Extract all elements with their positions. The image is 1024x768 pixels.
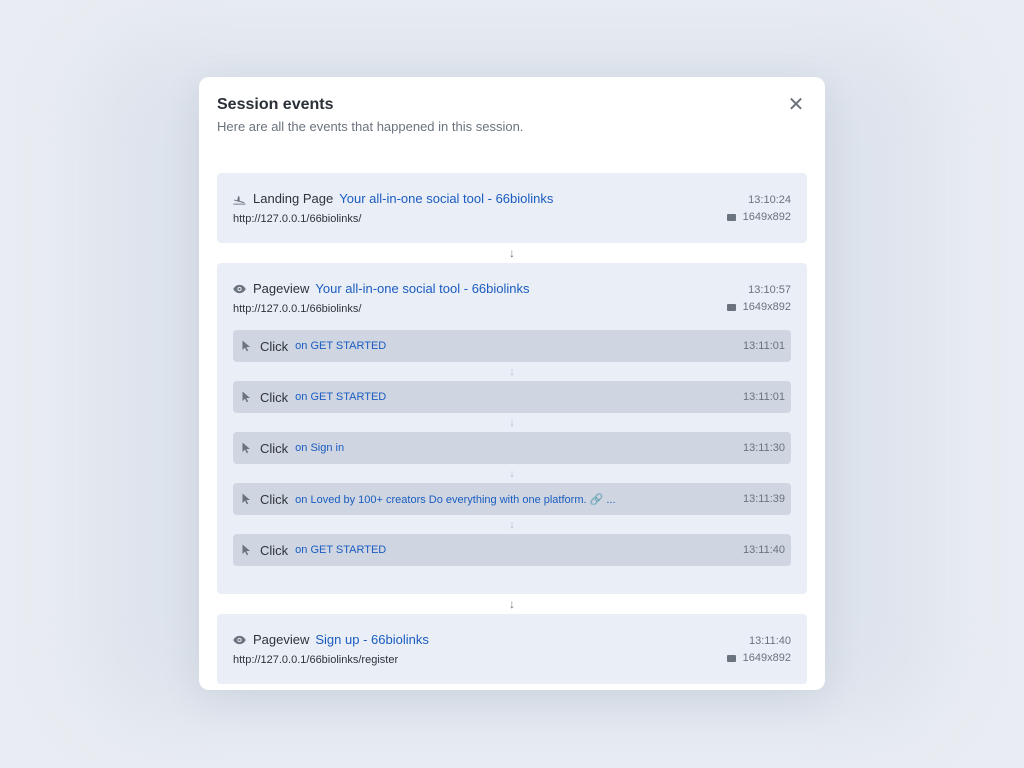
click-time: 13:11:39 (742, 493, 785, 505)
click-event[interactable]: Click on GET STARTED 13:11:40 (233, 534, 791, 566)
click-label: Click (260, 389, 289, 405)
click-label: Click (260, 440, 289, 456)
cursor-icon (242, 493, 251, 505)
event-connector-arrow: ↓ (509, 597, 515, 611)
event-pageview: Pageview Sign up - 66biolinks http://127… (217, 614, 807, 684)
click-target: on GET STARTED (295, 391, 387, 403)
eye-icon (233, 634, 246, 647)
event-time: 13:10:24 (748, 194, 791, 206)
event-meta: 13:10:57 1649x892 (726, 283, 791, 314)
click-time: 13:11:40 (742, 544, 785, 556)
monitor-icon (726, 654, 736, 662)
cursor-icon (242, 340, 251, 352)
event-page-title-link[interactable]: Your all-in-one social tool - 66biolinks (315, 281, 529, 297)
click-connector-arrow: ↓ (509, 416, 515, 429)
event-page-title-link[interactable]: Sign up - 66biolinks (315, 632, 428, 648)
cursor-icon (242, 544, 251, 556)
event-url: http://127.0.0.1/66biolinks/register (233, 654, 399, 666)
click-connector-arrow: ↓ (509, 518, 515, 531)
close-icon: ✕ (787, 94, 805, 116)
click-target: on Sign in (295, 442, 345, 454)
click-connector-arrow: ↓ (509, 365, 515, 378)
click-time: 13:11:01 (742, 391, 785, 403)
monitor-icon (726, 213, 736, 221)
click-target: on GET STARTED (295, 544, 387, 556)
cursor-icon (242, 442, 251, 454)
event-type: Pageview (253, 632, 310, 647)
event-pageview: Pageview Your all-in-one social tool - 6… (217, 263, 807, 594)
event-meta: 13:10:24 1649x892 (726, 193, 791, 224)
event-time: 13:11:40 (748, 635, 791, 647)
click-event[interactable]: Click on Sign in 13:11:30 (233, 432, 791, 464)
click-target: on Loved by 100+ creators Do everything … (295, 493, 616, 506)
click-time: 13:11:30 (742, 442, 785, 454)
modal-title: Session events (217, 96, 334, 113)
event-connector-arrow: ↓ (509, 246, 515, 260)
event-type: Landing Page (253, 191, 334, 206)
click-events-list: Click on GET STARTED 13:11:01 ↓ Click on… (217, 316, 807, 594)
event-resolution: 1649x892 (742, 211, 791, 223)
event-page-title-link[interactable]: Your all-in-one social tool - 66biolinks (339, 191, 553, 207)
click-event[interactable]: Click on Loved by 100+ creators Do every… (233, 483, 791, 515)
click-event[interactable]: Click on GET STARTED 13:11:01 (233, 381, 791, 413)
monitor-icon (726, 303, 736, 311)
cursor-icon (242, 391, 251, 403)
event-meta: 13:11:40 1649x892 (726, 634, 791, 665)
eye-icon (233, 283, 246, 296)
click-label: Click (260, 491, 289, 507)
event-resolution: 1649x892 (742, 301, 791, 313)
event-type: Pageview (253, 281, 310, 296)
click-label: Click (260, 542, 289, 558)
event-time: 13:10:57 (748, 284, 791, 296)
click-time: 13:11:01 (742, 340, 785, 352)
modal-subtitle: Here are all the events that happened in… (217, 119, 524, 134)
click-target: on GET STARTED (295, 340, 387, 352)
event-url: http://127.0.0.1/66biolinks/ (233, 213, 362, 225)
click-event[interactable]: Click on GET STARTED 13:11:01 (233, 330, 791, 362)
click-connector-arrow: ↓ (509, 467, 515, 480)
events-list: Landing Page Your all-in-one social tool… (217, 173, 807, 684)
session-events-modal: Session events Here are all the events t… (199, 77, 825, 690)
plane-landing-icon (233, 193, 246, 206)
event-resolution: 1649x892 (742, 652, 791, 664)
close-button[interactable]: ✕ (785, 94, 807, 116)
modal-header: Session events Here are all the events t… (217, 95, 807, 136)
event-landing-page: Landing Page Your all-in-one social tool… (217, 173, 807, 243)
event-url: http://127.0.0.1/66biolinks/ (233, 303, 362, 315)
click-label: Click (260, 338, 289, 354)
